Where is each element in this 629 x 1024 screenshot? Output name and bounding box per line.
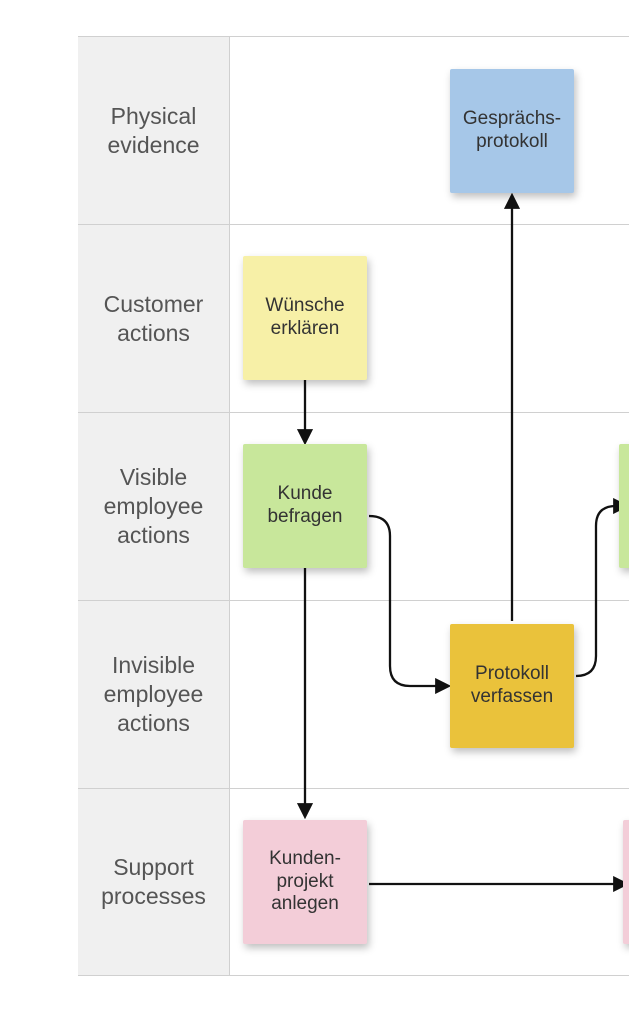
sticky-support-project[interactable]: Kunden-projekt anlegen: [243, 820, 367, 944]
row-label-visible-employee-actions: Visible employee actions: [78, 413, 230, 600]
row-label-customer-actions: Customer actions: [78, 225, 230, 412]
service-blueprint: Physical evidence Customer actions Visib…: [78, 36, 629, 976]
sticky-visible-next-partial[interactable]: [619, 444, 629, 568]
sticky-customer-wishes[interactable]: Wünsche erklären: [243, 256, 367, 380]
sticky-evidence-protocol[interactable]: Gesprächs-protokoll: [450, 69, 574, 193]
sticky-visible-interview[interactable]: Kunde befragen: [243, 444, 367, 568]
sticky-support-next-partial[interactable]: [623, 820, 629, 944]
row-label-support-processes: Support processes: [78, 789, 230, 975]
row-label-invisible-employee-actions: Invisible employee actions: [78, 601, 230, 788]
sticky-invisible-protocol[interactable]: Protokoll verfassen: [450, 624, 574, 748]
row-label-physical-evidence: Physical evidence: [78, 37, 230, 224]
